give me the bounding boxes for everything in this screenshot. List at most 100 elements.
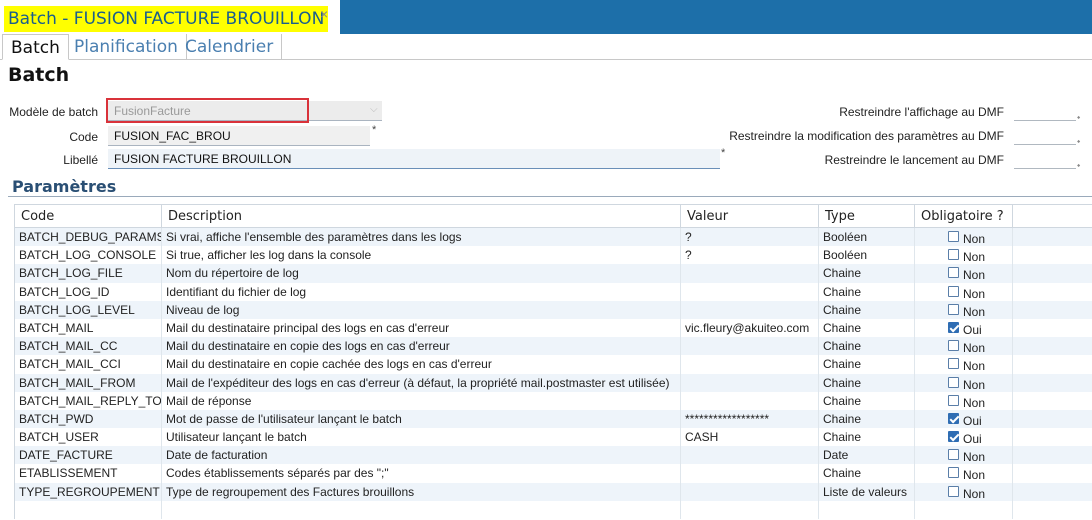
document-tab-title[interactable]: Batch - FUSION FACTURE BROUILLON <box>4 6 329 32</box>
required-checkbox[interactable] <box>948 449 959 461</box>
table-row[interactable]: BATCH_MAIL_CCI Mail du destinataire en co… <box>15 355 1092 374</box>
cell-description: Si vrai, affiche l'ensemble des paramètr… <box>162 228 681 247</box>
cell-value[interactable]: vic.fleury@akuiteo.com <box>681 318 819 338</box>
required-label: Oui <box>963 413 982 428</box>
tab-planification[interactable]: Planification <box>66 34 187 60</box>
required-checkbox[interactable] <box>948 340 959 352</box>
column-header-description[interactable]: Description <box>162 205 681 227</box>
table-row[interactable]: BATCH_MAIL_CC Mail du destinataire en cop… <box>15 337 1092 356</box>
cell-value[interactable]: ? <box>681 228 819 247</box>
lookup-icon[interactable]: ⬩ <box>1077 160 1080 171</box>
required-checkbox[interactable] <box>948 303 959 315</box>
restrict-modify-field[interactable] <box>1014 125 1076 145</box>
required-checkbox[interactable] <box>948 467 959 479</box>
restrict-launch-field[interactable] <box>1014 149 1076 169</box>
cell-filler <box>1013 410 1092 428</box>
cell-value[interactable] <box>681 300 819 319</box>
cell-value[interactable] <box>681 446 819 465</box>
required-checkbox[interactable] <box>948 231 959 242</box>
chevron-down-icon[interactable]: ⌵ <box>370 104 378 115</box>
table-row[interactable]: BATCH_MAIL Mail du destinataire principal… <box>15 318 1092 338</box>
column-header-code[interactable]: Code <box>15 205 162 227</box>
tab-batch[interactable]: Batch <box>2 34 69 60</box>
required-checkbox[interactable] <box>948 267 959 279</box>
document-tab[interactable]: Batch - FUSION FACTURE BROUILLON × <box>0 0 340 34</box>
cell-description: Niveau de log <box>162 300 681 319</box>
required-checkbox[interactable] <box>948 376 959 388</box>
table-row[interactable]: BATCH_USER Utilisateur lançant le batch CA… <box>15 428 1092 447</box>
cell-required: Non <box>915 246 1013 265</box>
cell-required: Non <box>915 464 1013 483</box>
table-row[interactable]: BATCH_MAIL_REPLY_TO Mail de réponse Chaine… <box>15 391 1092 410</box>
table-row[interactable]: BATCH_MAIL_FROM Mail de l'expéditeur des … <box>15 373 1092 392</box>
table-row[interactable]: TYPE_REGROUPEMENT Type de regroupement de… <box>15 482 1092 501</box>
column-header-obligatoire[interactable]: Obligatoire ? <box>915 205 1013 227</box>
required-checkbox[interactable] <box>948 412 959 424</box>
required-checkbox[interactable] <box>948 358 959 370</box>
cell-required: Non <box>915 282 1013 301</box>
required-checkbox[interactable] <box>948 249 959 261</box>
cell-value[interactable]: CASH <box>681 428 819 447</box>
cell-value[interactable] <box>681 464 819 483</box>
restrict-display-field[interactable] <box>1014 101 1076 121</box>
lookup-icon[interactable]: ⬩ <box>1077 136 1080 147</box>
cell-description: Si true, afficher les log dans la consol… <box>162 246 681 265</box>
column-header-valeur[interactable]: Valeur <box>681 205 819 227</box>
cell-value[interactable] <box>681 373 819 392</box>
required-checkbox[interactable] <box>948 321 959 333</box>
cell-description: Mail du destinataire en copie cachée des… <box>162 355 681 374</box>
cell-value[interactable] <box>681 337 819 356</box>
table-row[interactable]: BATCH_LOG_ID Identifiant du fichier de lo… <box>15 282 1092 301</box>
cell-value[interactable]: ? <box>681 246 819 265</box>
cell-type: Chaine <box>819 373 915 392</box>
close-icon[interactable]: × <box>320 6 328 22</box>
table-row[interactable]: BATCH_LOG_CONSOLE Si true, afficher les l… <box>15 246 1092 265</box>
cell-value[interactable] <box>681 482 819 501</box>
column-header-type[interactable]: Type <box>819 205 915 227</box>
column-header-filler <box>1013 205 1092 227</box>
required-checkbox[interactable] <box>948 485 959 497</box>
cell-filler <box>1013 374 1092 392</box>
table-row[interactable]: DATE_FACTURE Date de facturation Date Non <box>15 446 1092 465</box>
cell-type: Chaine <box>819 337 915 356</box>
cell-type: Chaine <box>819 464 915 483</box>
cell-code: BATCH_USER <box>15 428 162 447</box>
cell-value[interactable] <box>681 264 819 283</box>
table-row[interactable]: BATCH_PWD Mot de passe de l'utilisateur l… <box>15 409 1092 429</box>
table-row[interactable]: BATCH_DEBUG_PARAMS Si vrai, affiche l'ens… <box>15 228 1092 247</box>
cell-filler <box>1013 264 1092 282</box>
lookup-icon[interactable]: ⬩ <box>1077 112 1080 123</box>
required-checkbox[interactable] <box>948 394 959 406</box>
cell-value[interactable] <box>681 282 819 301</box>
required-label: Non <box>963 232 986 246</box>
cell-code: BATCH_PWD <box>15 409 162 429</box>
cell-description: Mail du destinataire principal des logs … <box>162 318 681 338</box>
table-row[interactable]: ETABLISSEMENT Codes établissements séparé… <box>15 464 1092 483</box>
cell-description: Codes établissements séparés par des ";" <box>162 464 681 483</box>
libelle-field[interactable]: FUSION FACTURE BROUILLON <box>108 149 720 169</box>
cell-required: Non <box>915 482 1013 501</box>
cell-description: Mail de l'expéditeur des logs en cas d'e… <box>162 373 681 392</box>
cell-required: Non <box>915 264 1013 283</box>
cell-value[interactable]: ****************** <box>681 409 819 429</box>
tab-calendrier[interactable]: Calendrier <box>177 34 283 60</box>
cell-type: Booléen <box>819 246 915 265</box>
code-field[interactable]: FUSION_FAC_BROU <box>108 126 370 146</box>
cell-code: DATE_FACTURE <box>15 446 162 465</box>
cell-value[interactable] <box>681 391 819 410</box>
cell-code: BATCH_MAIL_CC <box>15 337 162 356</box>
cell-required: Non <box>915 300 1013 319</box>
cell-description: Identifiant du fichier de log <box>162 282 681 301</box>
cell-required: Non <box>915 446 1013 465</box>
table-row-empty <box>15 500 1092 519</box>
required-checkbox[interactable] <box>948 285 959 297</box>
cell-value[interactable] <box>681 355 819 374</box>
table-header: Code Description Valeur Type Obligatoire… <box>15 204 1092 228</box>
highlight-box <box>106 98 309 123</box>
table-row[interactable]: BATCH_LOG_FILE Nom du répertoire de log Ch… <box>15 264 1092 283</box>
table-body: BATCH_DEBUG_PARAMS Si vrai, affiche l'ens… <box>15 228 1092 519</box>
cell-type: Chaine <box>819 264 915 283</box>
cell-empty <box>1013 501 1092 519</box>
required-checkbox[interactable] <box>948 431 959 443</box>
table-row[interactable]: BATCH_LOG_LEVEL Niveau de log Chaine Non <box>15 300 1092 319</box>
